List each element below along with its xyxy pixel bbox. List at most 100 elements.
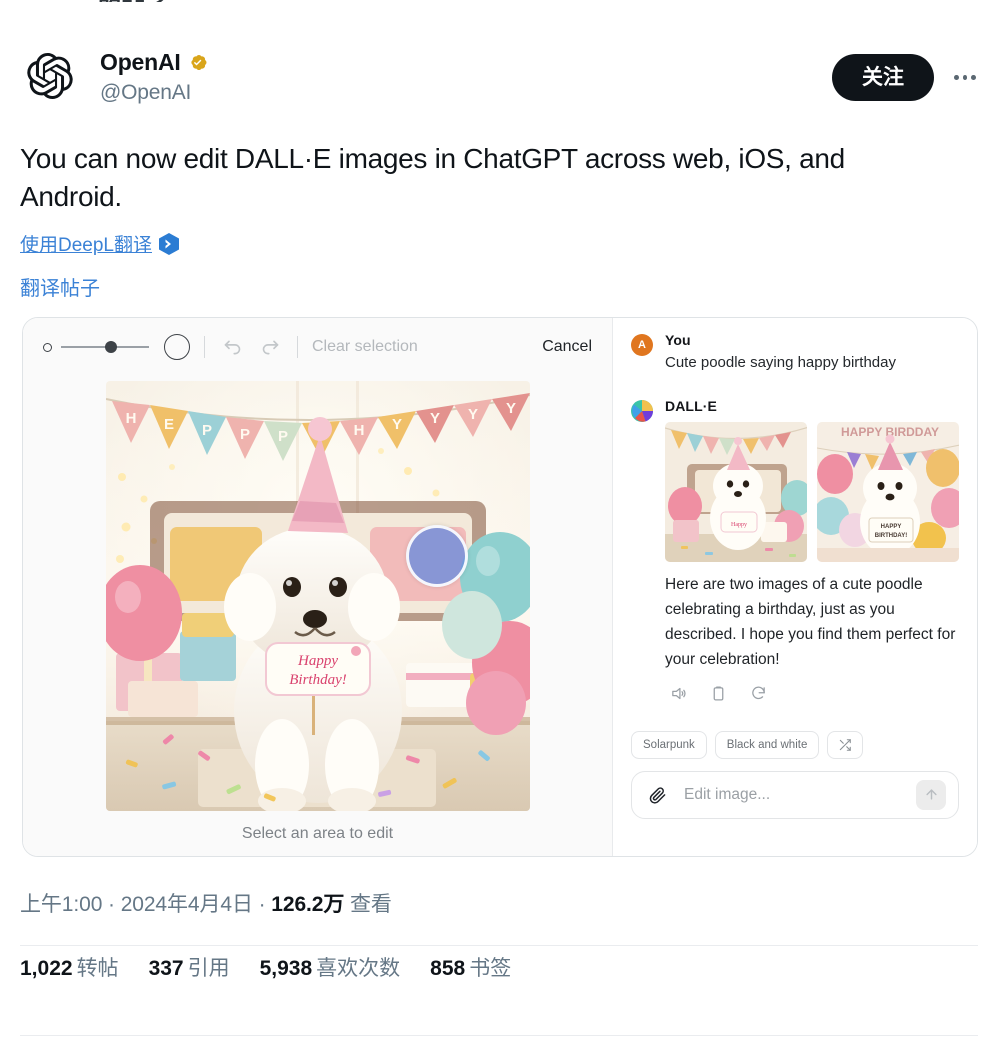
svg-text:P: P [277,428,287,445]
poodle-birthday-photo: H E P P P Y H Y Y Y Y [105,381,530,811]
editor-toolbar: Clear selection Cancel [23,318,612,376]
copy-icon[interactable] [705,681,731,707]
deepl-translate-link[interactable]: 使用DeepL翻译 [20,230,152,257]
cancel-button[interactable]: Cancel [542,338,592,356]
generated-image-1[interactable]: Happy [665,421,807,562]
poodle-thumbnail-2: HAPPY BIRDDAY HAPPY BIRTHDAY! [817,421,959,562]
svg-text:Y: Y [391,416,401,433]
more-dot [954,75,959,81]
stat-bookmarks[interactable]: 858 书签 [430,952,511,982]
engagement-stats: 1,022 转帖 337 引用 5,938 喜欢次数 858 书签 [20,952,511,982]
generated-image-2[interactable]: HAPPY BIRDDAY HAPPY BIRTHDAY! [817,421,959,562]
svg-text:Happy: Happy [731,522,747,528]
poodle-thumbnail-1: Happy [665,421,807,562]
svg-text:P: P [201,422,211,439]
brush-min-icon [43,342,52,352]
tweet-date: 2024年4月4日 [120,893,253,916]
svg-text:Happy: Happy [297,653,338,669]
undo-button[interactable] [219,334,245,360]
edited-image[interactable]: H E P P P Y H Y Y Y Y [105,381,530,811]
stat-label: 书签 [469,957,512,980]
deepl-icon [159,232,179,255]
selection-brush-marker[interactable] [405,525,468,587]
chip-shuffle[interactable] [827,730,864,759]
clear-selection-button[interactable]: Clear selection [312,338,418,356]
svg-text:Y: Y [467,406,477,423]
read-aloud-icon[interactable] [665,681,691,707]
divider-bottom [20,1035,978,1036]
stat-likes[interactable]: 5,938 喜欢次数 [260,952,401,982]
svg-text:HAPPY: HAPPY [881,524,902,530]
divider-top [20,945,978,946]
clipped-header-text: 的帖子 [98,0,169,2]
image-editor-pane: Clear selection Cancel H E P P P H Y Y Y… [23,318,613,856]
stat-label: 喜欢次数 [316,957,401,980]
svg-text:BIRTHDAY!: BIRTHDAY! [875,533,907,539]
meta-separator: · [258,893,266,916]
shuffle-icon [840,738,852,751]
follow-button[interactable]: 关注 [832,54,934,102]
stat-value: 858 [430,957,466,980]
regenerate-icon[interactable] [745,681,771,707]
svg-text:Birthday!: Birthday! [289,672,347,688]
send-button[interactable] [916,779,946,810]
svg-text:Y: Y [429,410,439,427]
editor-canvas[interactable]: H E P P P Y H Y Y Y Y [23,376,612,856]
toolbar-divider [204,336,205,358]
redo-icon [262,340,278,354]
views-count: 126.2万 [271,893,345,916]
more-dot [971,75,977,81]
tweet-time: 上午1:00 [20,893,103,916]
dalle-logo-icon [631,399,653,422]
openai-logo-icon [27,53,73,99]
more-options-button[interactable] [948,61,982,95]
more-dot [962,75,968,81]
stat-value: 5,938 [259,957,313,980]
chat-message-assistant: DALL·E Happy HAPPY BIRDDAY HAPPY BIRTHDA… [631,398,959,707]
tweet-body-text: You can now edit DALL·E images in ChatGP… [20,143,845,212]
deepl-translate-row[interactable]: 使用DeepL翻译 [20,230,179,257]
chat-pane: A You Cute poodle saying happy birthday [613,318,977,856]
header-actions: 关注 [832,54,982,102]
chip-black-and-white[interactable]: Black and white [714,730,820,759]
brush-size-slider[interactable] [43,334,190,360]
user-avatar: A [631,334,653,356]
tweet-page: 的帖子 OpenAI @OpenAI 关注 You can n [0,0,1000,1053]
arrow-up-icon [925,789,937,800]
svg-text:E: E [163,416,173,433]
stat-quotes[interactable]: 337 引用 [149,952,230,982]
slider-thumb[interactable] [105,341,117,353]
meta-separator: · [108,893,115,916]
stat-label: 引用 [187,957,230,980]
stat-reposts[interactable]: 1,022 转帖 [20,952,119,982]
redo-button[interactable] [257,334,283,360]
suggestion-chips: Solarpunk Black and white [631,730,959,759]
chip-solarpunk[interactable]: Solarpunk [631,730,707,759]
translate-post-link[interactable]: 翻译帖子 [20,272,100,301]
message-text: Here are two images of a cute poodle cel… [665,575,956,668]
generated-image-list: Happy HAPPY BIRDDAY HAPPY BIRTHDAY! [665,421,959,562]
slider-track[interactable] [61,341,149,353]
author-handle: @OpenAI [100,80,192,104]
embedded-media-card: Clear selection Cancel H E P P P H Y Y Y… [22,317,978,857]
views-label: 查看 [349,893,392,916]
message-actions [665,681,959,707]
chat-composer[interactable] [631,770,959,819]
message-author: DALL·E [665,397,717,414]
canvas-caption: Select an area to edit [241,825,394,842]
chat-message-user: A You Cute poodle saying happy birthday [631,332,959,374]
svg-text:P: P [239,426,249,443]
avatar[interactable] [22,48,78,104]
stat-label: 转帖 [76,957,119,980]
message-text: Cute poodle saying happy birthday [665,354,896,371]
author-name[interactable]: OpenAI [100,49,181,77]
toolbar-divider [297,336,298,358]
brush-max-icon [164,334,190,360]
dalle-avatar [631,399,653,422]
svg-text:H: H [353,422,364,439]
tweet-metadata: 上午1:00 · 2024年4月4日 · 126.2万 查看 [20,888,392,918]
edit-image-input[interactable] [682,784,904,805]
svg-text:Y: Y [505,400,515,417]
message-author: You [665,332,691,348]
attach-icon[interactable] [644,782,670,808]
